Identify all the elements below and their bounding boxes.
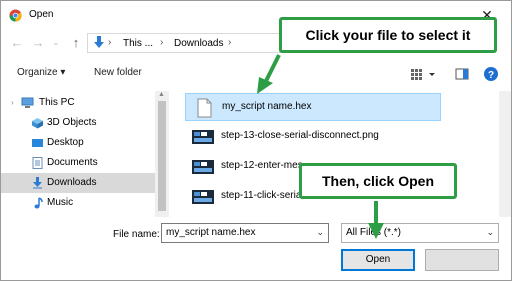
- file-type-value: All Files (*.*): [346, 227, 402, 238]
- chevron-down-icon[interactable]: ⌄: [486, 227, 494, 238]
- instruction-callout-open: Then, click Open: [299, 163, 457, 199]
- computer-icon: [21, 97, 34, 108]
- chrome-icon: [9, 9, 22, 22]
- up-arrow-icon[interactable]: ↑: [69, 35, 83, 51]
- cube-icon: [32, 118, 43, 129]
- document-icon: [32, 157, 43, 169]
- svg-text:?: ?: [488, 70, 494, 81]
- file-type-select[interactable]: All Files (*.*) ⌄: [341, 223, 499, 243]
- navigation-pane: › This PC 3D Objects Desktop Documents D…: [1, 91, 169, 217]
- sidebar-item-label: Documents: [47, 157, 98, 168]
- sidebar-scrollbar[interactable]: ▲: [155, 91, 169, 217]
- instruction-callout-select: Click your file to select it: [279, 17, 497, 53]
- sidebar-item-label: Desktop: [47, 137, 84, 148]
- cancel-button[interactable]: [425, 249, 499, 271]
- breadcrumb-downloads[interactable]: Downloads: [174, 38, 223, 49]
- recent-locations-chevron-icon[interactable]: ⌄: [51, 35, 61, 51]
- forward-arrow-icon[interactable]: →: [31, 35, 45, 51]
- image-file-icon: [192, 190, 214, 204]
- breadcrumb-this-pc[interactable]: This ...: [123, 38, 153, 49]
- music-icon: [34, 197, 43, 209]
- toolbar: Organize ▾ New folder ?: [1, 61, 511, 87]
- sidebar-item-desktop[interactable]: Desktop: [1, 133, 155, 153]
- file-name-input[interactable]: my_script name.hex ⌄: [161, 223, 329, 243]
- sidebar-item-label: Music: [47, 197, 74, 208]
- file-name: my_script name.hex: [222, 101, 312, 112]
- preview-pane-icon[interactable]: [455, 66, 469, 82]
- window-title: Open: [29, 9, 54, 20]
- breadcrumb-separator[interactable]: ›: [160, 37, 163, 48]
- file-row-step-13[interactable]: step-13-close-serial-disconnect.png: [185, 123, 441, 151]
- sidebar-item-3d-objects[interactable]: 3D Objects: [1, 113, 155, 133]
- file-name: step-13-close-serial-disconnect.png: [221, 130, 379, 141]
- download-icon: [33, 177, 42, 189]
- scroll-up-arrow-icon[interactable]: ▲: [158, 91, 165, 98]
- sidebar-item-downloads[interactable]: Downloads: [1, 173, 155, 193]
- sidebar-item-music[interactable]: Music: [1, 193, 155, 213]
- sidebar-item-documents[interactable]: Documents: [1, 153, 155, 173]
- file-name-value: my_script name.hex: [166, 227, 256, 238]
- help-icon[interactable]: ?: [483, 66, 499, 82]
- open-button[interactable]: Open: [341, 249, 415, 271]
- file-name: step-12-enter-mes: [221, 160, 303, 171]
- open-file-dialog: Open ✕ ← → ⌄ ↑ › This ... › Downloads › …: [0, 0, 512, 281]
- expand-chevron-icon[interactable]: ›: [11, 98, 14, 107]
- chevron-down-icon[interactable]: ⌄: [316, 227, 324, 238]
- desktop-icon: [32, 139, 43, 147]
- sidebar-item-label: Downloads: [47, 177, 97, 188]
- image-file-icon: [192, 130, 214, 144]
- organize-button[interactable]: Organize ▾: [17, 67, 65, 78]
- file-name-label: File name:: [113, 229, 160, 240]
- sidebar-item-label: 3D Objects: [47, 117, 97, 128]
- file-list-scrollbar[interactable]: [499, 91, 511, 217]
- new-folder-button[interactable]: New folder: [94, 67, 142, 78]
- back-arrow-icon[interactable]: ←: [10, 35, 24, 51]
- view-options-icon[interactable]: [409, 66, 439, 82]
- file-row-my-script[interactable]: my_script name.hex: [185, 93, 441, 121]
- sidebar-item-label: This PC: [39, 97, 75, 108]
- breadcrumb-separator[interactable]: ›: [108, 37, 111, 48]
- blank-file-icon: [197, 98, 212, 118]
- file-name: step-11-click-seria: [221, 190, 302, 201]
- image-file-icon: [192, 160, 214, 174]
- download-folder-icon: [94, 36, 104, 48]
- breadcrumb-separator[interactable]: ›: [228, 37, 231, 48]
- sidebar-item-this-pc[interactable]: › This PC: [1, 93, 155, 113]
- scrollbar-thumb[interactable]: [158, 101, 166, 211]
